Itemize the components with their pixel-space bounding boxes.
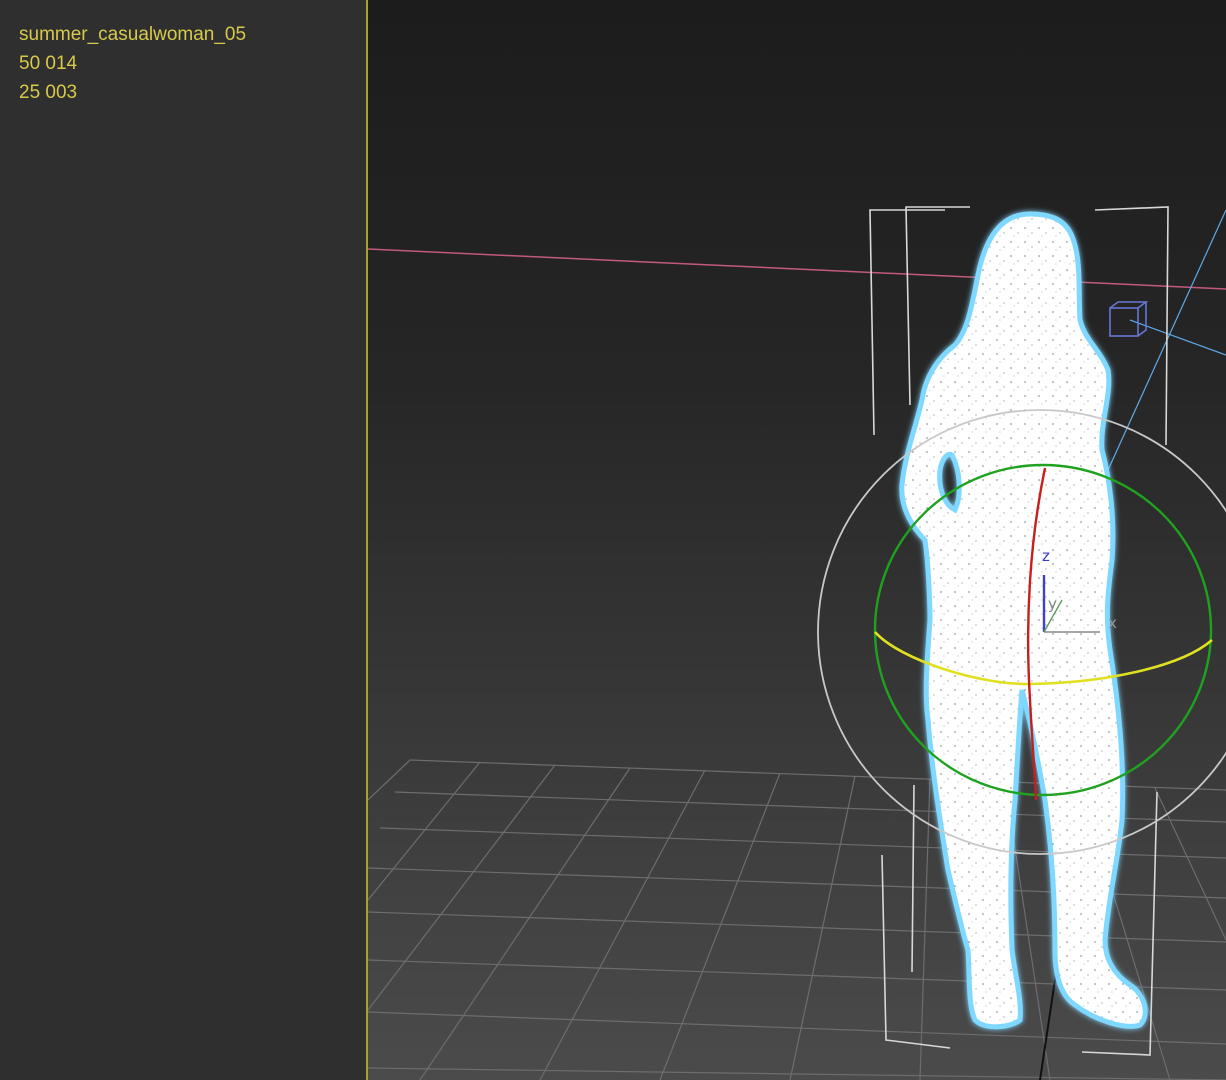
perspective-viewport[interactable]: z y x (368, 0, 1226, 1080)
light-cube-icon[interactable] (1109, 301, 1149, 337)
object-name: summer_casualwoman_05 (19, 24, 247, 45)
stats-panel: summer_casualwoman_05 50 014 25 003 (0, 0, 366, 1080)
polygon-count: 50 014 (19, 53, 78, 74)
axis-z-label: z (1042, 547, 1050, 565)
viewport-scene[interactable]: z y x (368, 0, 1226, 1080)
axis-y-label: y (1048, 595, 1057, 613)
vertex-count: 25 003 (19, 82, 78, 103)
pivot-shadow-line (1039, 959, 1059, 1080)
horizon-line (368, 248, 1226, 290)
light-target-line (1129, 319, 1226, 356)
viewport-statistics: summer_casualwoman_05 50 014 25 003 (19, 20, 246, 107)
axis-x-label: x (1108, 614, 1117, 632)
